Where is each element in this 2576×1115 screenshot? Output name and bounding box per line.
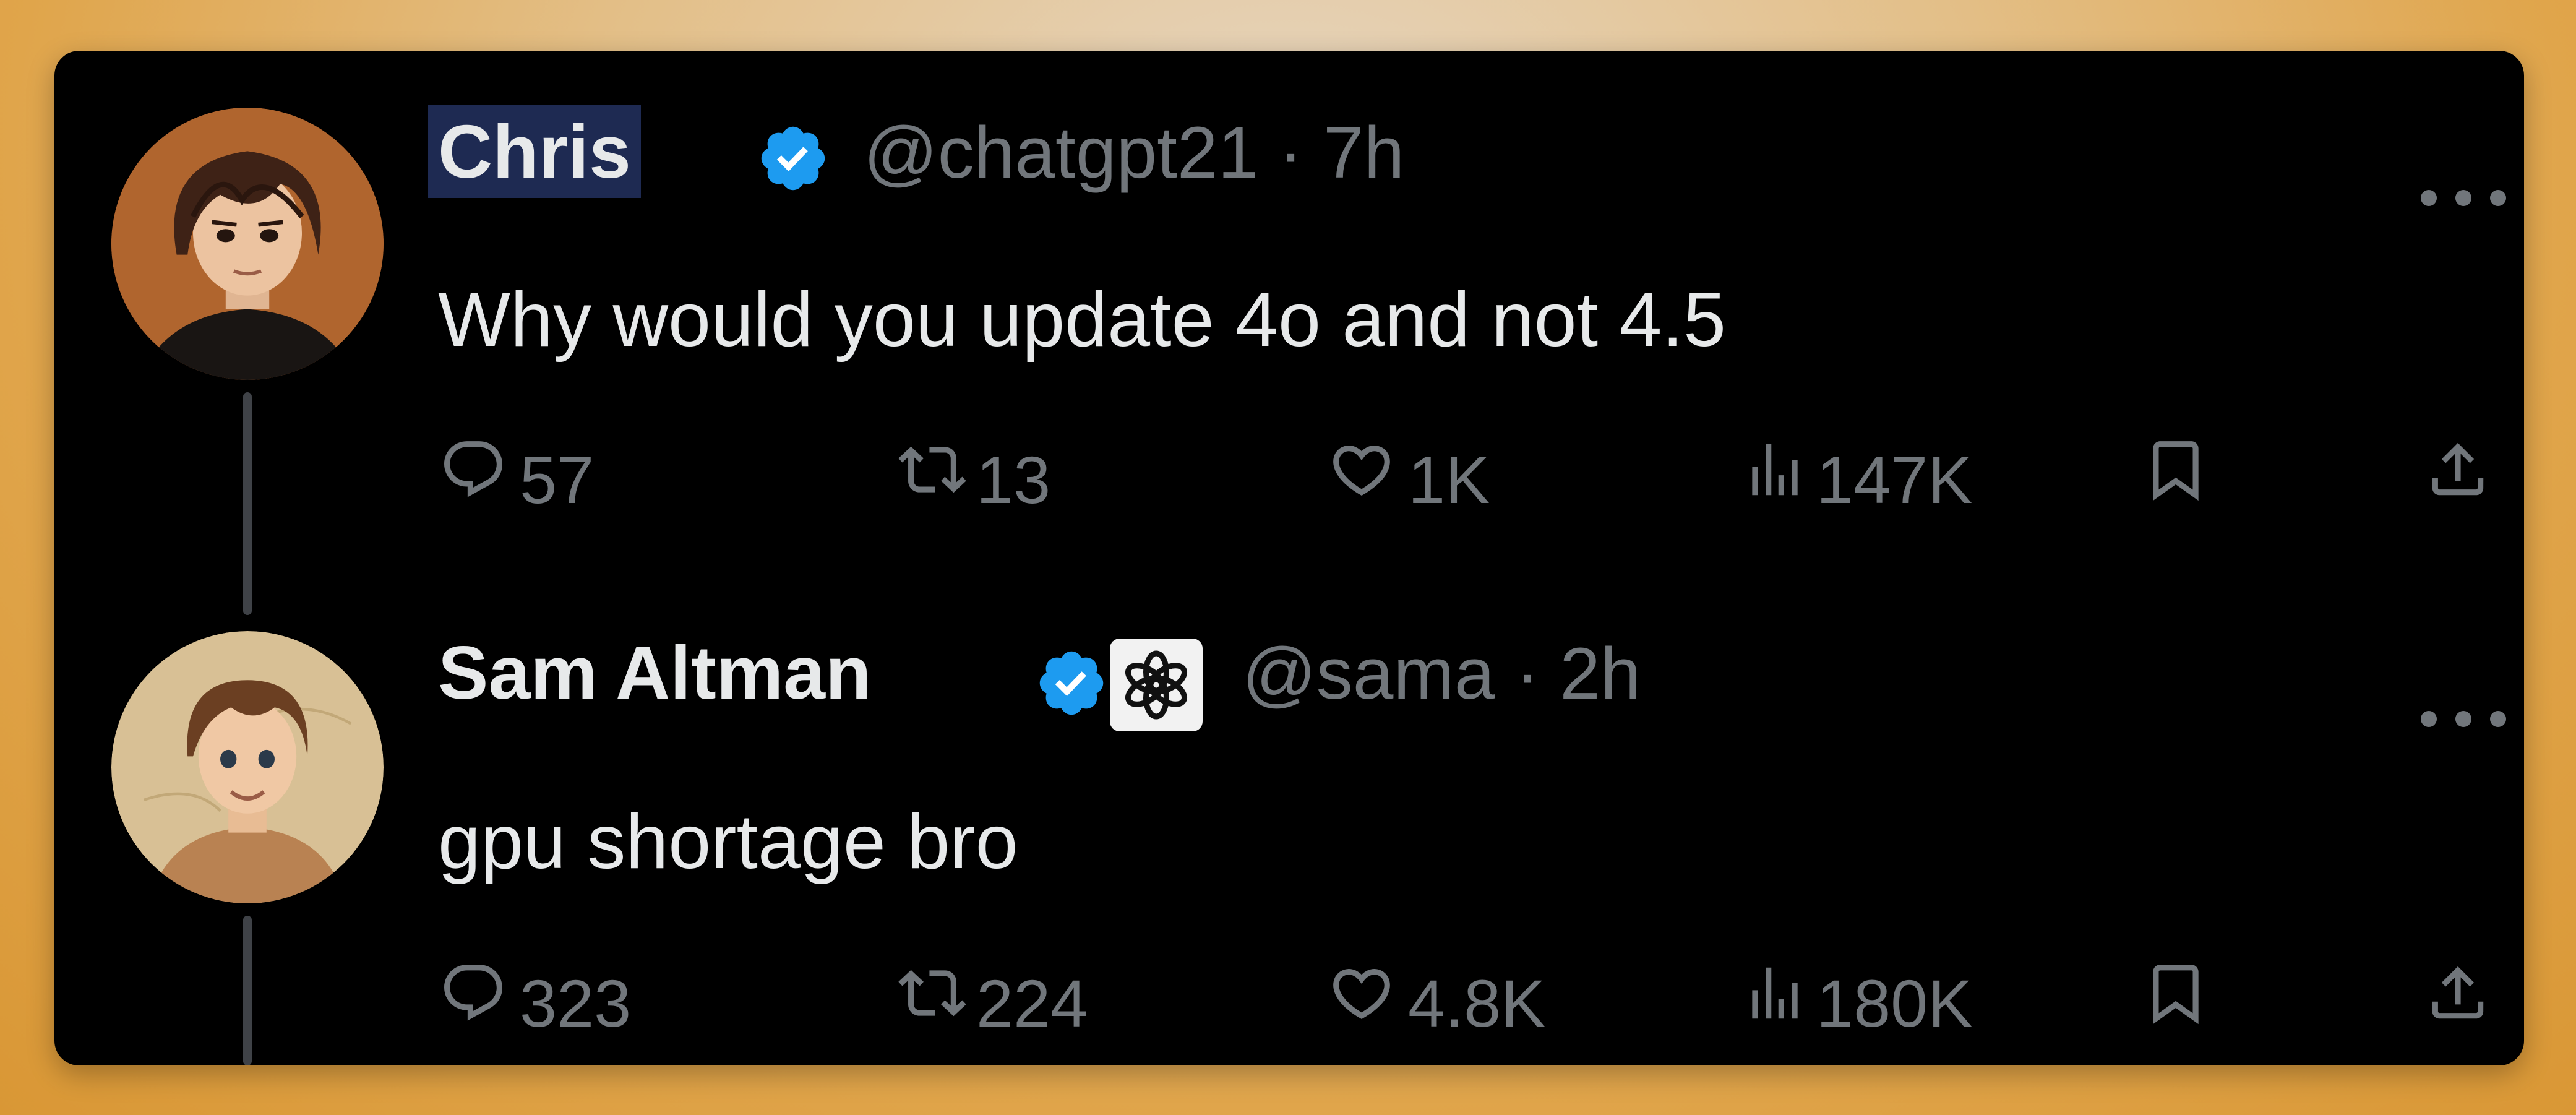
separator-dot: · <box>1278 112 1303 194</box>
anime-portrait-brown-hair <box>111 631 384 903</box>
reply-icon[interactable] <box>439 436 507 504</box>
like-count[interactable]: 1K <box>1408 443 1490 517</box>
views-icon[interactable] <box>1741 959 1809 1027</box>
thread-connector-line <box>243 392 252 615</box>
separator-dot: · <box>1515 633 1540 715</box>
avatar-chris[interactable] <box>111 108 384 380</box>
reply-count[interactable]: 57 <box>520 443 594 517</box>
author-handle[interactable]: @chatgpt21 <box>864 112 1258 194</box>
reply-icon[interactable] <box>439 959 507 1027</box>
bookmark-icon[interactable] <box>2142 959 2210 1027</box>
author-name[interactable]: Chris <box>428 105 641 198</box>
openai-affiliate-badge-icon[interactable] <box>1110 639 1203 731</box>
like-icon[interactable] <box>1328 959 1396 1027</box>
views-icon[interactable] <box>1741 436 1809 504</box>
repost-icon[interactable] <box>898 959 966 1027</box>
reply-count[interactable]: 323 <box>520 966 631 1041</box>
avatar-sam-altman[interactable] <box>111 631 384 903</box>
tweet-thread-card: Chris @chatgpt21 · 7h Why would you upda… <box>54 51 2524 1065</box>
more-icon[interactable] <box>2414 707 2513 731</box>
views-count[interactable]: 147K <box>1816 443 1972 517</box>
verified-badge-icon[interactable] <box>1034 646 1109 720</box>
repost-icon[interactable] <box>898 436 966 504</box>
tweet-text: gpu shortage bro <box>438 799 1018 885</box>
repost-count[interactable]: 13 <box>976 443 1050 517</box>
author-name[interactable]: Sam Altman <box>438 626 872 719</box>
author-handle[interactable]: @sama <box>1242 633 1495 715</box>
views-count[interactable]: 180K <box>1816 966 1972 1041</box>
repost-count[interactable]: 224 <box>976 966 1088 1041</box>
anime-portrait-dark-hair <box>111 108 384 380</box>
share-icon[interactable] <box>2424 959 2492 1027</box>
like-count[interactable]: 4.8K <box>1408 966 1545 1041</box>
verified-badge-icon[interactable] <box>756 121 830 196</box>
openai-logo-icon <box>1125 650 1187 720</box>
bookmark-icon[interactable] <box>2142 436 2210 504</box>
share-icon[interactable] <box>2424 436 2492 504</box>
more-icon[interactable] <box>2414 186 2513 210</box>
tweet-text: Why would you update 4o and not 4.5 <box>438 277 1726 363</box>
thread-connector-line <box>243 916 252 1065</box>
timestamp[interactable]: 2h <box>1560 633 1641 715</box>
like-icon[interactable] <box>1328 436 1396 504</box>
timestamp[interactable]: 7h <box>1323 112 1404 194</box>
